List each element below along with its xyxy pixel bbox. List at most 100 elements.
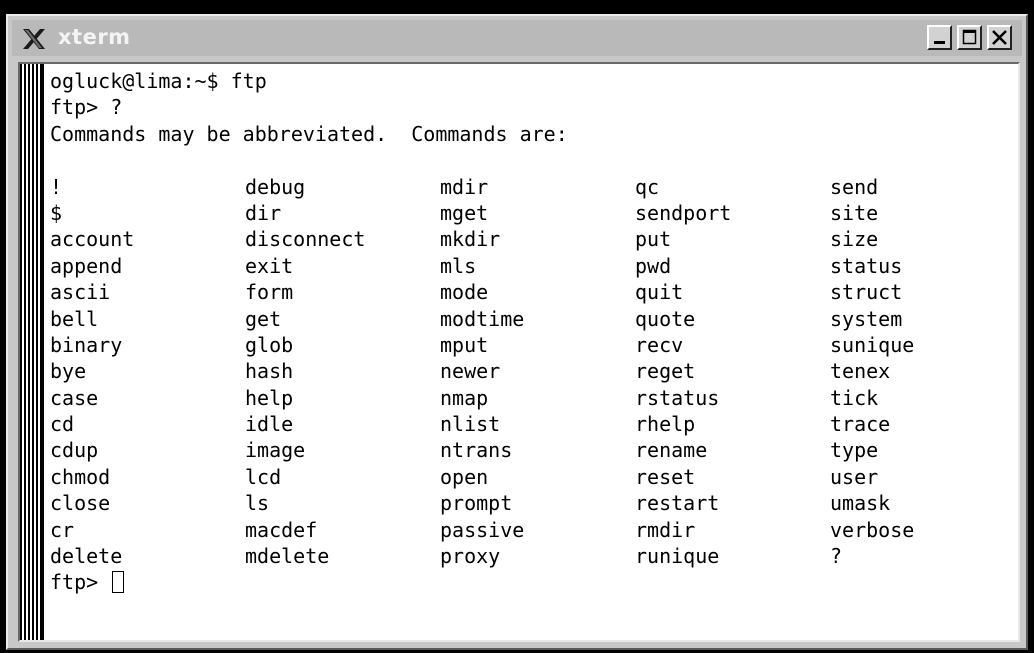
command-name: restart <box>635 491 720 516</box>
minimize-button[interactable] <box>927 25 952 50</box>
command-name: lcd <box>245 464 282 489</box>
xterm-window: xterm ogluck@lima:~$ ftp ftp> ? Commands… <box>6 14 1028 650</box>
command-name: cd <box>50 412 75 437</box>
command-name: exit <box>245 253 294 278</box>
terminal-line: ogluck@lima:~$ ftp <box>50 69 267 93</box>
command-row: ! debug mdir qc send <box>50 174 1018 200</box>
command-name: system <box>830 306 903 331</box>
maximize-button[interactable] <box>957 25 982 50</box>
command-name: get <box>245 306 282 331</box>
command-list: ! debug mdir qc send $ dir mget sendport site acco… <box>50 174 1018 570</box>
command-name: delete <box>50 544 123 569</box>
command-name: user <box>830 464 879 489</box>
command-name: image <box>245 438 306 463</box>
command-name: status <box>830 253 903 278</box>
close-button[interactable] <box>987 25 1012 50</box>
command-row: close ls prompt restart umask <box>50 490 1018 516</box>
command-name: cdup <box>50 438 99 463</box>
command-name: runique <box>635 544 720 569</box>
command-name: type <box>830 438 879 463</box>
command-name: help <box>245 385 294 410</box>
command-name: debug <box>245 174 306 199</box>
command-name: append <box>50 253 123 278</box>
command-name: struct <box>830 280 903 305</box>
command-name: sendport <box>635 200 732 225</box>
terminal-area[interactable]: ogluck@lima:~$ ftp ftp> ? Commands may b… <box>18 62 1020 642</box>
command-name: qc <box>635 174 660 199</box>
command-row: append exit mls pwd status <box>50 253 1018 279</box>
command-name: chmod <box>50 464 111 489</box>
terminal-output: ogluck@lima:~$ ftp ftp> ? Commands may b… <box>50 68 1018 596</box>
command-name: close <box>50 491 111 516</box>
command-name: macdef <box>245 517 318 542</box>
prompt-line[interactable]: ftp> <box>50 569 1018 595</box>
command-name: mget <box>440 200 489 225</box>
command-name: hash <box>245 359 294 384</box>
command-row: binary glob mput recv sunique <box>50 332 1018 358</box>
command-name: rename <box>635 438 708 463</box>
command-name: mode <box>440 280 489 305</box>
command-row: cdup image ntrans rename type <box>50 437 1018 463</box>
window-title: xterm <box>58 25 131 49</box>
command-name: quote <box>635 306 696 331</box>
command-row: cr macdef passive rmdir verbose <box>50 517 1018 543</box>
command-name: form <box>245 280 294 305</box>
command-name: ascii <box>50 280 111 305</box>
command-name: ! <box>50 174 63 199</box>
command-name: rhelp <box>635 412 696 437</box>
command-name: rmdir <box>635 517 696 542</box>
command-name: size <box>830 227 879 252</box>
command-row: case help nmap rstatus tick <box>50 385 1018 411</box>
command-name: nlist <box>440 412 501 437</box>
command-name: tenex <box>830 359 891 384</box>
command-name: pwd <box>635 253 672 278</box>
command-name: mdelete <box>245 544 330 569</box>
command-name: tick <box>830 385 879 410</box>
command-name: nmap <box>440 385 489 410</box>
command-name: ls <box>245 491 270 516</box>
command-name: mls <box>440 253 477 278</box>
command-name: bell <box>50 306 99 331</box>
maximize-icon <box>962 29 977 45</box>
command-row: chmod lcd open reset user <box>50 464 1018 490</box>
command-name: $ <box>50 200 63 225</box>
command-name: account <box>50 227 135 252</box>
command-name: reget <box>635 359 696 384</box>
command-name: bye <box>50 359 87 384</box>
command-name: site <box>830 200 879 225</box>
command-name: ? <box>830 544 843 569</box>
command-row: bell get modtime quote system <box>50 306 1018 332</box>
close-icon <box>992 30 1007 45</box>
terminal-line: Commands may be abbreviated. Commands ar… <box>50 121 568 146</box>
command-name: cr <box>50 517 75 542</box>
command-name: passive <box>440 517 525 542</box>
command-name: verbose <box>830 517 915 542</box>
command-name: sunique <box>830 332 915 357</box>
x-logo-icon[interactable] <box>20 26 48 52</box>
command-name: recv <box>635 332 684 357</box>
command-row: $ dir mget sendport site <box>50 200 1018 226</box>
command-name: mdir <box>440 174 489 199</box>
scrollbar[interactable] <box>20 64 44 640</box>
command-name: reset <box>635 464 696 489</box>
command-name: trace <box>830 412 891 437</box>
command-name: quit <box>635 280 684 305</box>
command-name: put <box>635 227 672 252</box>
command-name: modtime <box>440 306 525 331</box>
command-name: umask <box>830 491 891 516</box>
title-bar[interactable]: xterm <box>12 20 1022 56</box>
command-row: ascii form mode quit struct <box>50 279 1018 305</box>
command-name: case <box>50 385 99 410</box>
command-name: glob <box>245 332 294 357</box>
command-name: prompt <box>440 491 513 516</box>
terminal-line: ftp> ? <box>50 95 123 120</box>
command-row: bye hash newer reget tenex <box>50 358 1018 384</box>
command-name: rstatus <box>635 385 720 410</box>
command-name: disconnect <box>245 227 366 252</box>
command-row: delete mdelete proxy runique? <box>50 543 1018 569</box>
text-cursor <box>112 571 125 594</box>
command-name: idle <box>245 412 294 437</box>
command-name: send <box>830 174 879 199</box>
minimize-icon <box>934 41 945 44</box>
